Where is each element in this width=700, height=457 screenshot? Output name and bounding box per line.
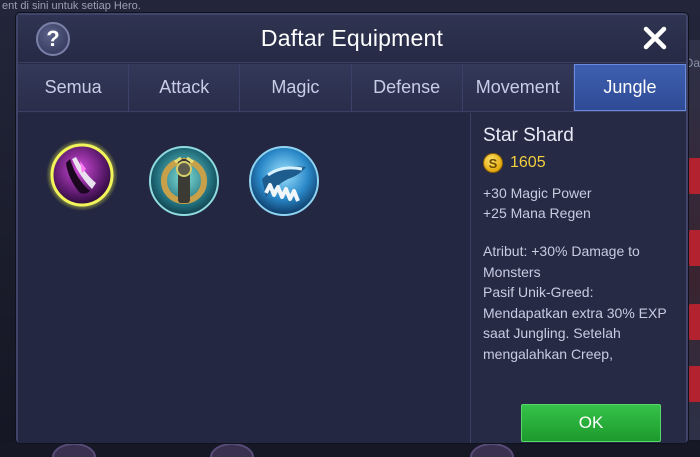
category-tabs: Semua Attack Magic Defense Movement Jung… [18, 64, 687, 112]
tab-magic[interactable]: Magic [240, 64, 352, 111]
item-description: Atribut: +30% Damage to Monsters Pasif U… [483, 243, 667, 367]
tab-movement[interactable]: Movement [462, 64, 574, 111]
star-shard-icon [46, 139, 118, 211]
stat-line: +25 Mana Regen [483, 205, 591, 221]
ice-retribution-icon [149, 146, 219, 216]
gold-coin-icon: S [483, 153, 503, 173]
flame-retribution-icon [249, 146, 319, 216]
item-jungle-3[interactable] [248, 145, 320, 217]
tab-semua[interactable]: Semua [18, 64, 130, 111]
price-row: S 1605 [483, 153, 674, 173]
equipment-dialog: ? Daftar Equipment Semua Attack Magic De… [16, 13, 688, 443]
dialog-title-bar: ? Daftar Equipment [18, 15, 686, 63]
close-icon [643, 26, 667, 50]
item-jungle-2[interactable] [148, 145, 220, 217]
background-hint-text: ent di sini untuk setiap Hero. [2, 0, 141, 12]
item-grid [18, 113, 470, 443]
tab-jungle[interactable]: Jungle [573, 64, 687, 111]
close-button[interactable] [638, 21, 672, 55]
item-star-shard[interactable] [46, 139, 118, 211]
stat-line: +30 Magic Power [483, 185, 592, 201]
tab-defense[interactable]: Defense [351, 64, 463, 111]
item-name: Star Shard [483, 125, 574, 146]
background-bottom-bar [0, 441, 700, 457]
item-stats: +30 Magic Power +25 Mana Regen [483, 183, 674, 223]
dialog-title: Daftar Equipment [260, 25, 444, 51]
ok-button[interactable]: OK [521, 404, 661, 442]
item-price: 1605 [510, 154, 546, 171]
background-right-panel [688, 40, 700, 440]
tab-attack[interactable]: Attack [129, 64, 241, 111]
item-detail-panel: Star Shard S 1605 +30 Magic Power +25 Ma… [471, 113, 686, 443]
